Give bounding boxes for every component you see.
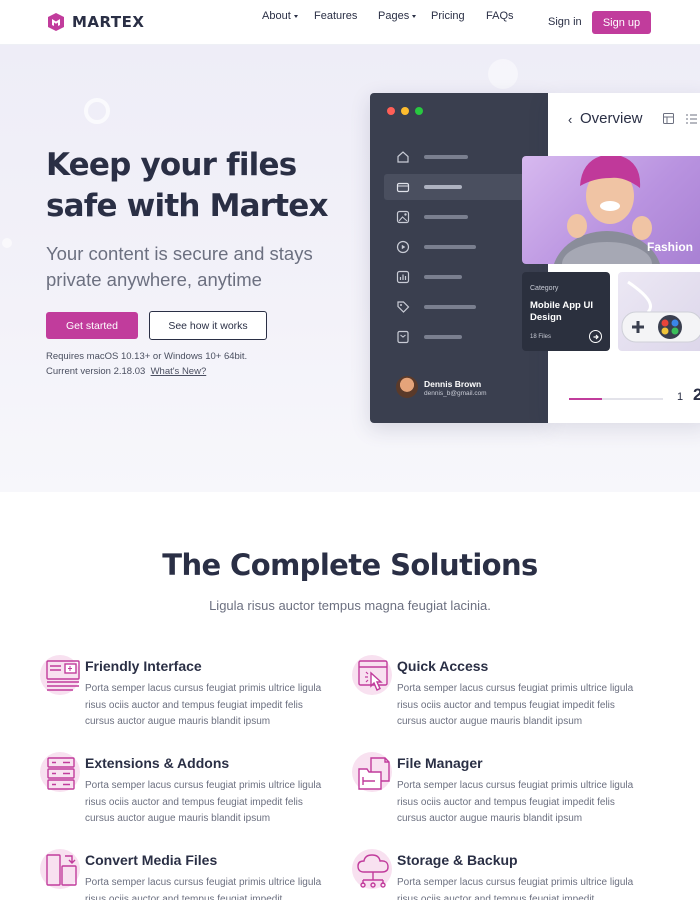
list-view-icon: [686, 114, 697, 124]
feature-text: Porta semper lacus cursus feugiat primis…: [397, 877, 634, 900]
nav-about[interactable]: About: [262, 10, 298, 22]
solutions-title: The Complete Solutions: [162, 548, 538, 582]
category-label: Category: [530, 285, 559, 292]
feature-title: File Manager: [397, 755, 483, 771]
folder-icon: [396, 182, 410, 193]
interface-icon: [46, 660, 80, 691]
page-number-next: 2: [693, 385, 700, 404]
sidebar-item-play: [384, 234, 534, 260]
convert-media-icon: [46, 854, 77, 886]
slider-progress-fill: [569, 398, 602, 400]
nav-faqs[interactable]: FAQs: [486, 10, 514, 22]
sidebar-item-image: [384, 204, 534, 230]
tag-icon: [397, 301, 410, 313]
sidebar-placeholder-bar: [424, 155, 468, 159]
category-files: 18 Files: [530, 334, 552, 340]
hero-section: Keep your files safe with Martex Your co…: [0, 45, 700, 492]
sidebar-item-tag: [384, 294, 534, 320]
signup-button[interactable]: Sign up: [592, 11, 651, 34]
whats-new-link[interactable]: What's New?: [151, 366, 207, 377]
overview-title: Overview: [580, 110, 643, 127]
hero-subtitle: Your content is secure and stays private…: [46, 243, 313, 290]
requirements-text: Requires macOS 10.13+ or Windows 10+ 64b…: [46, 349, 247, 379]
chart-icon: [396, 270, 410, 284]
gamepad-illustration: [621, 280, 700, 343]
solutions-subtitle: Ligula risus auctor tempus magna feugiat…: [209, 598, 491, 613]
avatar: [396, 376, 418, 398]
requirements-line: Requires macOS 10.13+ or Windows 10+ 64b…: [46, 351, 248, 362]
slider-progress: [569, 398, 663, 400]
user-name: Dennis Brown: [424, 379, 482, 389]
nav-pages[interactable]: Pages: [378, 10, 417, 22]
decor-bubble: [2, 238, 12, 248]
sidebar-item-home: [384, 144, 534, 170]
feature-text: Porta semper lacus cursus feugiat primis…: [397, 683, 634, 728]
user-email: dennis_b@gmail.com: [424, 390, 487, 397]
sidebar-placeholder-bar: [424, 245, 476, 249]
arrow-right-icon: [589, 330, 602, 343]
chevron-left-icon: ‹: [568, 112, 573, 127]
save-icon: [397, 330, 409, 344]
nav-about-label: About: [262, 10, 291, 22]
sidebar-item-save: [384, 324, 534, 350]
nav-pricing[interactable]: Pricing: [431, 10, 465, 22]
signin-link[interactable]: Sign in: [548, 16, 582, 28]
gamepad-photo: [618, 272, 700, 351]
sidebar-placeholder-bar: [424, 335, 462, 339]
decor-bubble: [84, 98, 110, 124]
image-icon: [396, 210, 410, 224]
sidebar-placeholder-bar: [424, 215, 468, 219]
file-manager-icon: [358, 757, 390, 790]
feature-text: Porta semper lacus cursus feugiat primis…: [85, 683, 322, 728]
page-number-current: 1: [677, 391, 684, 403]
version-line: Current version 2.18.03 What's New?: [46, 364, 247, 379]
sidebar-item-chart: [384, 264, 534, 290]
grid-view-icon: [663, 113, 674, 124]
window-close-dot: [387, 107, 395, 115]
nav-features[interactable]: Features: [314, 10, 357, 22]
photo-label: Fashion: [647, 240, 694, 254]
play-icon: [396, 240, 410, 254]
sidebar-placeholder-bar: [424, 305, 476, 309]
logo-text: MARTEX: [72, 13, 145, 31]
hero-title: Keep your files safe with Martex: [46, 147, 329, 224]
feature-text: Porta semper lacus cursus feugiat primis…: [397, 780, 634, 825]
nav-pages-label: Pages: [378, 10, 410, 22]
get-started-button[interactable]: Get started: [46, 312, 138, 339]
decor-bubble: [488, 59, 518, 89]
sidebar-placeholder-bar: [424, 275, 462, 279]
see-how-it-works-button[interactable]: See how it works: [149, 311, 267, 340]
logo[interactable]: MARTEX: [46, 12, 144, 32]
extensions-icon: [47, 757, 75, 790]
feature-title: Extensions & Addons: [85, 755, 230, 771]
category-card: Category Mobile App UI Design 18 Files: [522, 272, 610, 351]
home-icon: [397, 151, 409, 163]
feature-title: Quick Access: [397, 658, 489, 674]
logo-icon: [48, 13, 64, 31]
feature-text: Porta semper lacus cursus feugiat primis…: [85, 877, 322, 900]
cloud-storage-icon: [357, 854, 389, 888]
feature-text: Porta semper lacus cursus feugiat primis…: [85, 780, 322, 825]
chevron-down-icon: [293, 14, 298, 18]
window-maximize-dot: [415, 107, 423, 115]
feature-title: Convert Media Files: [85, 852, 218, 868]
chevron-down-icon: [412, 14, 417, 18]
feature-title: Storage & Backup: [397, 852, 518, 868]
sidebar-placeholder-bar: [424, 185, 462, 189]
feature-title: Friendly Interface: [85, 658, 202, 674]
quick-access-icon: [358, 660, 388, 691]
version-text: Current version 2.18.03: [46, 366, 146, 377]
window-minimize-dot: [401, 107, 409, 115]
category-title: Mobile App UI Design: [530, 300, 593, 323]
site-header: MARTEX About Features Pages Pricing FAQs…: [0, 0, 700, 45]
